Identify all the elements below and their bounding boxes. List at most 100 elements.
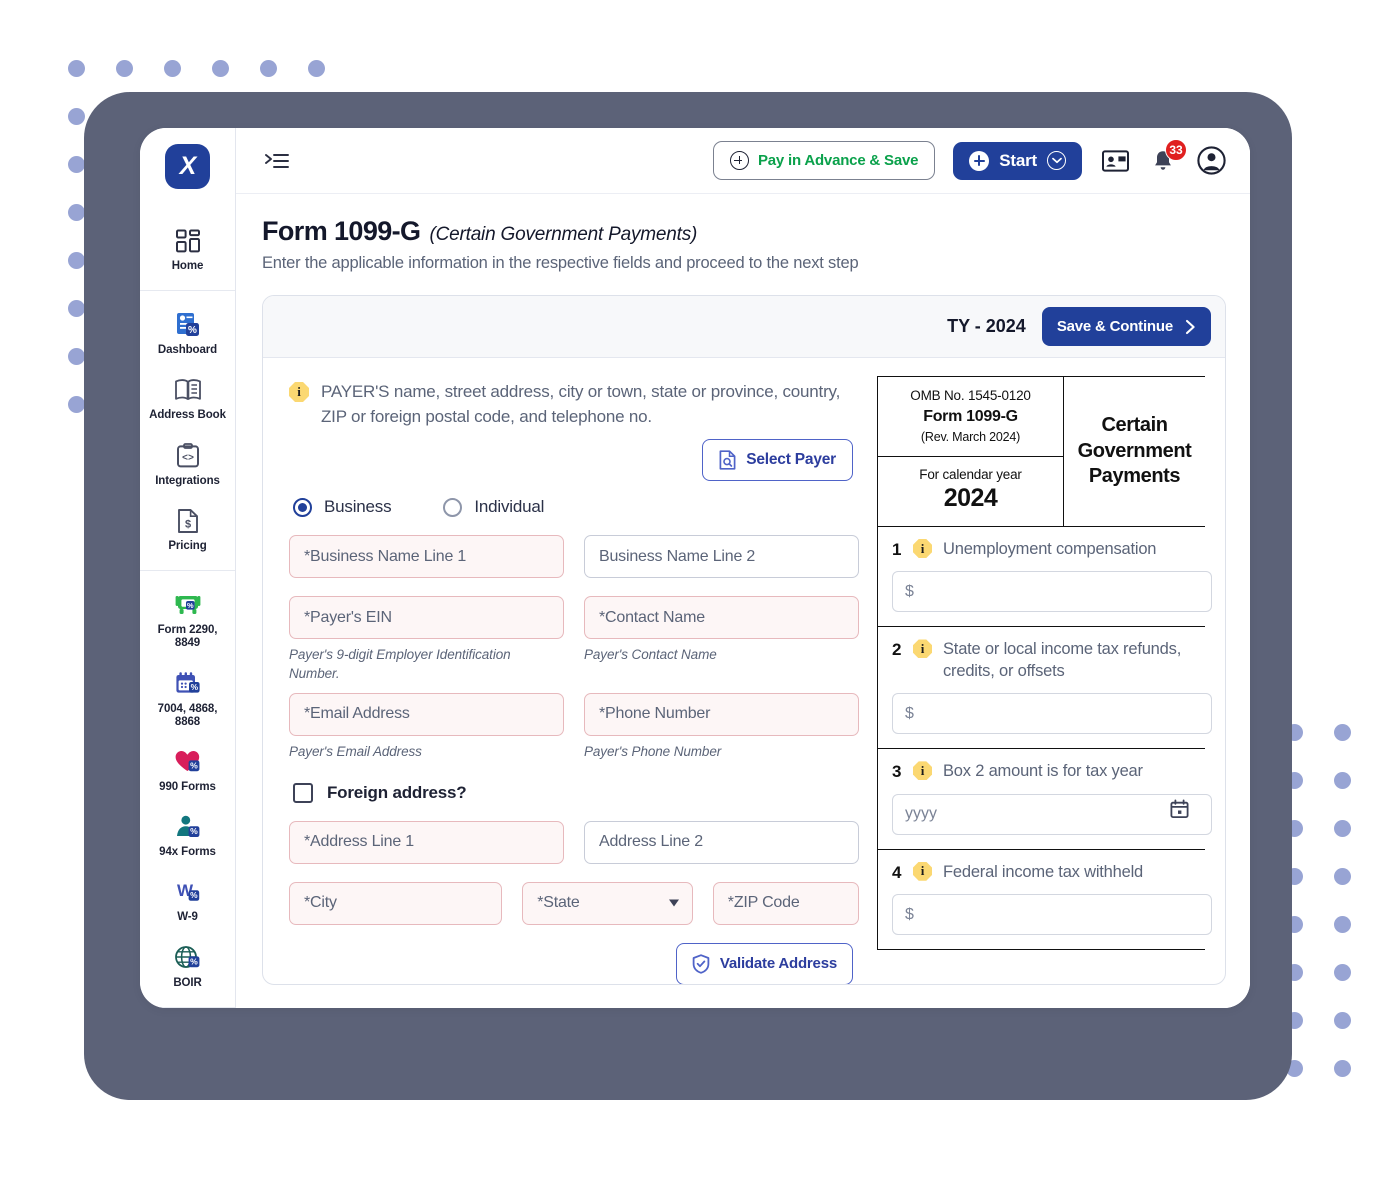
sidebar-item-990-forms[interactable]: % 990 Forms <box>140 738 235 803</box>
pay-in-advance-button[interactable]: Pay in Advance & Save <box>712 141 936 180</box>
sidebar-item-w-9[interactable]: W% W-9 <box>140 868 235 933</box>
amount-input-box-4[interactable] <box>892 894 1212 936</box>
amount-input-box-1[interactable] <box>892 571 1212 613</box>
sidebar-item-boir[interactable]: % BOIR <box>140 934 235 999</box>
plus-filled-icon <box>969 150 990 171</box>
irs-box-4: 4 Federal income tax withheld <box>878 848 1212 949</box>
info-icon[interactable] <box>913 539 932 558</box>
sidebar-item-pricing[interactable]: $ Pricing <box>140 497 235 562</box>
globe-icon: % <box>173 943 203 973</box>
decorative-dot <box>1318 804 1366 852</box>
sidebar-item-label: 7004, 4868, 8868 <box>157 702 218 728</box>
calendar-picker-icon[interactable] <box>1170 799 1189 818</box>
email-address-input[interactable] <box>289 692 564 736</box>
sidebar: X Home % Dashboard Address Book <> Integratio… <box>140 128 236 1008</box>
form-card: TY - 2024 Save & Continue PAYER'S name, <box>262 295 1226 985</box>
irs-box-input-wrap <box>892 560 1212 613</box>
business-name-1-field <box>289 535 564 579</box>
city-input[interactable] <box>289 881 503 925</box>
address-line-2-input[interactable] <box>584 820 859 864</box>
irs-form-box: OMB No. 1545-0120 Form 1099-G (Rev. Marc… <box>877 376 1212 951</box>
heart-icon: % <box>173 747 203 777</box>
irs-box-header: 1 Unemployment compensation <box>892 539 1205 560</box>
ein-hint: Payer's 9-digit Employer Identification … <box>289 647 511 681</box>
svg-text:%: % <box>190 891 198 901</box>
irs-box-3: 3 Box 2 amount is for tax year <box>878 748 1212 848</box>
validate-address-button[interactable]: Validate Address <box>675 942 853 984</box>
contact-name-field: Payer's Contact Name <box>584 596 859 682</box>
save-and-continue-button[interactable]: Save & Continue <box>1041 307 1211 346</box>
page-title: Form 1099-G (Certain Government Payments… <box>262 216 1226 247</box>
irs-form-preview-column: OMB No. 1545-0120 Form 1099-G (Rev. Marc… <box>877 376 1225 984</box>
foreign-address-row[interactable]: Foreign address? <box>289 782 859 803</box>
app-logo[interactable]: X <box>165 128 210 207</box>
decorative-dot <box>1318 900 1366 948</box>
irs-box-number: 1 <box>892 540 902 559</box>
dashboard-icon: % <box>173 310 203 340</box>
zip-code-input[interactable] <box>712 881 859 925</box>
sidebar-item-home[interactable]: Home <box>140 217 235 282</box>
info-icon[interactable] <box>289 382 309 402</box>
sidebar-item-7004-4868-8868[interactable]: % 7004, 4868, 8868 <box>140 660 235 738</box>
irs-form-header: OMB No. 1545-0120 Form 1099-G (Rev. Marc… <box>878 377 1205 526</box>
info-icon[interactable] <box>913 861 932 881</box>
tax-year-input[interactable] <box>892 793 1212 835</box>
city-state-zip-row <box>289 881 859 925</box>
decorative-dot <box>1318 852 1366 900</box>
bell-icon[interactable]: 33 <box>1148 138 1187 176</box>
radio-individual-label: Individual <box>474 497 545 517</box>
select-payer-button[interactable]: Select Payer <box>702 439 853 482</box>
irs-form-revision: (Rev. March 2024) <box>920 430 1021 444</box>
user-avatar-icon[interactable] <box>1196 146 1226 176</box>
business-name-2-input[interactable] <box>584 535 859 579</box>
state-select[interactable] <box>522 881 693 925</box>
decorative-dot <box>52 44 100 92</box>
tax-year-label: TY - 2024 <box>947 316 1026 336</box>
sidebar-item-label: Form 2290, 8849 <box>157 624 218 650</box>
chevron-down-icon[interactable] <box>1047 151 1066 170</box>
irs-box-input-wrap <box>892 682 1212 735</box>
decorative-dot <box>100 44 148 92</box>
ein-field: Payer's 9-digit Employer Identification … <box>289 596 564 682</box>
contact-name-input[interactable] <box>584 596 859 640</box>
sidebar-item-label: Address Book <box>149 409 226 422</box>
radio-individual[interactable]: Individual <box>443 497 544 517</box>
irs-box-header: 3 Box 2 amount is for tax year <box>892 761 1205 782</box>
sidebar-nav: Home % Dashboard Address Book <> Integrations… <box>140 207 235 1008</box>
decorative-dot <box>292 44 340 92</box>
w9-icon: W% <box>173 877 203 907</box>
info-icon[interactable] <box>913 639 932 659</box>
person-icon: % <box>173 812 203 842</box>
sidebar-item-form-2290-8849[interactable]: % Form 2290, 8849 <box>140 581 235 659</box>
omb-cell: OMB No. 1545-0120 Form 1099-G (Rev. Marc… <box>878 377 1063 456</box>
phone-number-input[interactable] <box>584 692 859 736</box>
sidebar-item-label: 94x Forms <box>159 846 216 859</box>
info-icon[interactable] <box>913 761 932 781</box>
contact-card-icon[interactable] <box>1100 146 1130 176</box>
decorative-dot <box>1318 1044 1366 1092</box>
address-line-1-input[interactable] <box>289 820 564 864</box>
svg-text:$: $ <box>184 518 190 530</box>
grid-icon <box>173 226 203 256</box>
radio-business[interactable]: Business <box>293 497 392 517</box>
sidebar-item-94x-forms[interactable]: % 94x Forms <box>140 803 235 868</box>
payer-ein-input[interactable] <box>289 596 564 640</box>
city-field <box>289 881 503 925</box>
business-name-2-field <box>584 535 859 579</box>
sidebar-group-1: % Dashboard Address Book <> Integrations $ Pri… <box>140 290 235 570</box>
amount-input-box-2[interactable] <box>892 693 1212 735</box>
sidebar-item-dashboard[interactable]: % Dashboard <box>140 301 235 366</box>
topbar-actions: Pay in Advance & Save Start 33 <box>712 138 1226 180</box>
business-name-1-input[interactable] <box>289 535 564 579</box>
irs-box-number: 4 <box>892 862 902 882</box>
payer-form-column: PAYER'S name, street address, city or to… <box>263 376 877 984</box>
ein-contact-row: Payer's 9-digit Employer Identification … <box>289 596 859 682</box>
foreign-address-checkbox[interactable] <box>293 782 313 803</box>
sidebar-item-integrations[interactable]: <> Integrations <box>140 432 235 497</box>
collapse-sidebar-icon[interactable] <box>264 148 290 174</box>
start-button[interactable]: Start <box>953 141 1082 180</box>
irs-box-input-wrap <box>892 883 1212 936</box>
sidebar-item-address-book[interactable]: Address Book <box>140 366 235 431</box>
decorative-dot <box>1318 756 1366 804</box>
logo-glyph: X <box>165 144 210 189</box>
